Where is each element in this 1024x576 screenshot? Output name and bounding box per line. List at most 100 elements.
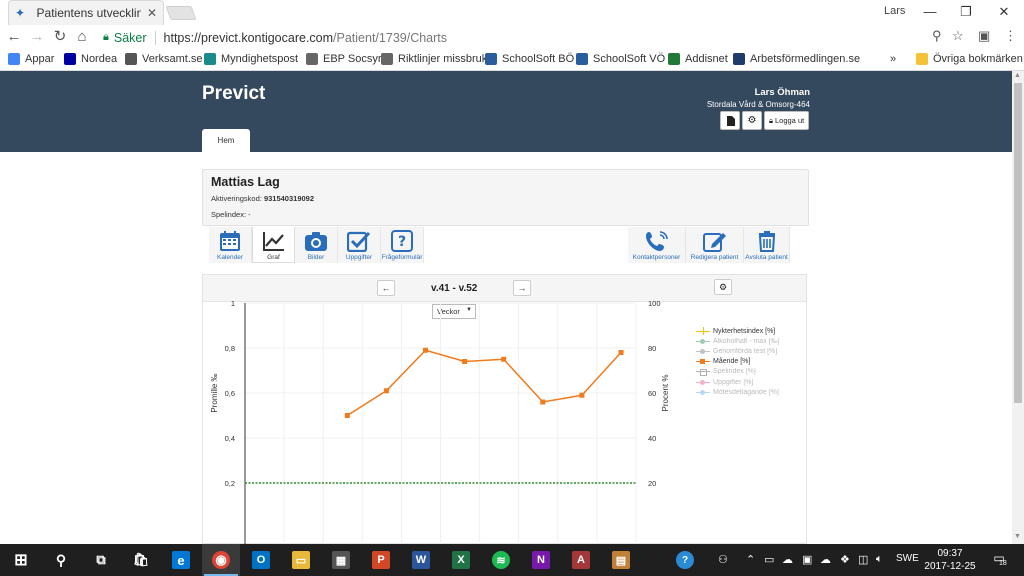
dropbox-icon[interactable]: ❖ (840, 553, 850, 566)
tool-trash-button[interactable]: Avsluta patient (744, 227, 790, 263)
taskbar-button[interactable]: ≋ (482, 544, 520, 576)
data-point[interactable] (579, 392, 585, 398)
onedrive-icon[interactable]: ☁ (782, 553, 793, 566)
new-tab-button[interactable] (165, 6, 197, 20)
language-indicator[interactable]: SWE (896, 553, 919, 564)
volume-icon[interactable]: 🔈︎ (876, 553, 883, 566)
taskbar-button[interactable]: e (162, 544, 200, 576)
legend-label: Mötesdeltagande [%] (713, 388, 779, 396)
bookmark-item[interactable]: Riktlinjer missbruk (381, 53, 487, 65)
bookmark-star-icon[interactable]: ☆ (952, 28, 964, 44)
taskbar-button[interactable]: X (442, 544, 480, 576)
scroll-up-icon[interactable]: ▲ (1014, 72, 1021, 79)
browser-tab[interactable]: ✦ Patientens utveckling - K ✕ (8, 0, 164, 25)
url-path: /Patient/1739/Charts (333, 30, 448, 45)
taskbar-button[interactable]: 🛍︎ (122, 544, 160, 576)
settings-button[interactable]: ⚙ (742, 111, 762, 130)
tray-app-icon[interactable]: ▣ (802, 553, 812, 566)
omnibox-divider (154, 30, 156, 45)
taskbar-button[interactable]: ◉ (202, 544, 240, 576)
scroll-thumb[interactable] (1014, 83, 1022, 403)
taskbar-button[interactable]: A (562, 544, 600, 576)
address-bar[interactable]: 🔒︎ Säker https://previct.kontigocare.com… (98, 27, 970, 48)
folder-icon (916, 53, 928, 65)
legend-marker-icon (696, 378, 710, 386)
tool-edit-button[interactable]: Redigera patient (686, 227, 744, 263)
data-point[interactable] (618, 350, 624, 355)
people-icon[interactable]: ⚇ (718, 553, 728, 566)
help-icon: ? (676, 551, 694, 569)
taskbar-button[interactable]: ⚲ (42, 544, 80, 576)
scroll-down-icon[interactable]: ▼ (1014, 533, 1021, 540)
bookmark-item[interactable]: Övriga bokmärken (916, 53, 1023, 65)
extension-icon[interactable]: ▣ (978, 28, 990, 44)
data-point[interactable] (423, 347, 428, 353)
archive-icon: ▤ (612, 551, 630, 569)
legend-item[interactable]: Genomförda test [%] (696, 346, 780, 356)
home-icon[interactable]: ⌂ (73, 28, 91, 46)
taskbar-button[interactable]: ▦ (322, 544, 360, 576)
menu-icon[interactable]: ⋮ (1004, 28, 1017, 44)
taskbar-button[interactable]: P (362, 544, 400, 576)
tool-calendar-button[interactable]: Kalender (209, 227, 252, 263)
brand-logo[interactable]: Previct (202, 83, 265, 105)
legend-item[interactable]: Alkoholhalt - max [‰] (696, 336, 780, 346)
bookmark-item[interactable]: Addisnet (668, 53, 728, 65)
legend-item[interactable]: Spelindex [%] (696, 367, 780, 377)
window-user: Lars (884, 5, 906, 17)
help-button[interactable]: ? (666, 544, 704, 576)
calendar-icon (217, 230, 243, 252)
tool-phone-button[interactable]: Kontaktpersoner (628, 227, 686, 263)
more-bookmarks-icon[interactable]: » (890, 53, 896, 65)
tool-checkbox-button[interactable]: Uppgifter (338, 227, 381, 263)
data-point[interactable] (383, 388, 389, 394)
tab-close-icon[interactable]: ✕ (147, 6, 157, 20)
legend-item[interactable]: Uppgifter [%] (696, 377, 780, 387)
bookmark-item[interactable]: Arbetsförmedlingen.se (733, 53, 860, 65)
back-icon[interactable]: ← (5, 28, 23, 46)
taskbar-button[interactable]: O (242, 544, 280, 576)
taskbar-button[interactable]: ⊞ (2, 544, 40, 576)
data-point[interactable] (462, 359, 468, 364)
forward-icon[interactable]: → (28, 28, 46, 46)
legend-item[interactable]: Nykterhetsindex [%] (696, 326, 780, 336)
taskbar-button[interactable]: ▤ (602, 544, 640, 576)
network-icon[interactable]: ◫ (858, 553, 868, 566)
data-point[interactable] (540, 399, 546, 405)
restore-icon[interactable]: ❐ (956, 2, 976, 22)
bookmark-item[interactable]: Myndighetspost (204, 53, 298, 65)
legend-item[interactable]: Mående [%] (696, 357, 780, 367)
bookmark-item[interactable]: SchoolSoft BÖ (485, 53, 574, 65)
taskbar-button[interactable]: ⧉ (82, 544, 120, 576)
tool-chart-button[interactable]: Graf (252, 227, 295, 263)
outlook-icon: O (252, 551, 270, 569)
tray-battery-icon[interactable]: ▭ (764, 553, 774, 566)
tool-question-button[interactable]: ? Frågeformulär (381, 227, 424, 263)
minimize-icon[interactable]: — (920, 2, 940, 22)
document-button[interactable] (720, 111, 740, 130)
bookmark-item[interactable]: Nordea (64, 53, 117, 65)
page-scrollbar[interactable]: ▲ ▼ (1012, 71, 1024, 544)
legend-item[interactable]: Mötesdeltagande [%] (696, 387, 780, 397)
bookmark-item[interactable]: Verksamt.se (125, 53, 203, 65)
zoom-search-icon[interactable]: ⚲ (932, 28, 942, 44)
tray-up-icon[interactable]: ⌃ (746, 553, 755, 566)
legend-marker-icon (696, 388, 710, 396)
taskbar-button[interactable]: ▭ (282, 544, 320, 576)
tab-home[interactable]: Hem (202, 129, 250, 152)
data-point[interactable] (501, 356, 507, 362)
bookmark-item[interactable]: SchoolSoft VÖ (576, 53, 665, 65)
taskbar-button[interactable]: W (402, 544, 440, 576)
tray-cloud-icon[interactable]: ☁ (820, 553, 831, 566)
taskbar-button[interactable]: N (522, 544, 560, 576)
close-window-icon[interactable]: ✕ (994, 2, 1014, 22)
data-point[interactable] (344, 413, 350, 418)
bookmark-item[interactable]: Appar (8, 53, 54, 65)
bookmark-item[interactable]: EBP Socsyr (306, 53, 382, 65)
reload-icon[interactable]: ↻ (51, 28, 69, 46)
clock[interactable]: 09:37 2017-12-25 (924, 547, 976, 573)
notification-center-button[interactable]: ▭ 18 (990, 551, 1008, 569)
tool-camera-button[interactable]: Bilder (295, 227, 338, 263)
logout-button[interactable]: 🔒︎ Logga ut (764, 111, 810, 130)
windows-taskbar: ⚇ ⌃ ▭ ☁ ▣ ☁ ❖ ◫ 🔈︎ SWE 09:37 2017-12-25 … (0, 544, 1024, 576)
